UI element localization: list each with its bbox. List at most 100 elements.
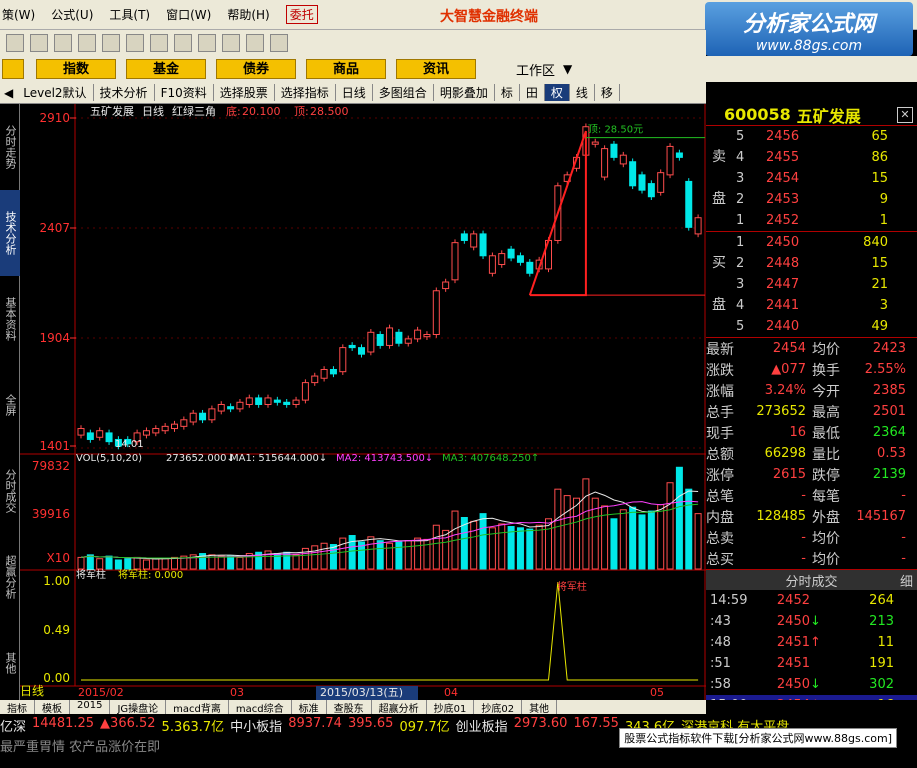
quick-tab[interactable]: 资讯 bbox=[396, 59, 476, 79]
workspace-dropdown-icon[interactable]: ▼ bbox=[563, 62, 572, 76]
sep[interactable] bbox=[174, 34, 192, 52]
quick-tab[interactable]: 商品 bbox=[306, 59, 386, 79]
tab[interactable]: Level2默认 bbox=[17, 84, 94, 101]
order-row: 3 2447 21 bbox=[706, 274, 917, 295]
tick-volume: 264 bbox=[869, 593, 894, 608]
stat-value: - bbox=[801, 530, 806, 545]
tab[interactable]: 权 bbox=[544, 84, 570, 101]
candle bbox=[208, 408, 216, 421]
candle bbox=[227, 406, 235, 410]
volume-bar bbox=[610, 518, 618, 570]
side-tab[interactable]: 技术分析 bbox=[0, 190, 20, 276]
side-tabs: 分时走势 技术分析 基本资料 全屏 分时成交 超赢分析 其他 bbox=[0, 104, 20, 704]
candle bbox=[236, 401, 244, 410]
menu-item[interactable]: 委托 bbox=[285, 5, 318, 24]
menu-item[interactable]: 帮助(H) bbox=[227, 6, 269, 23]
tab[interactable]: F10资料 bbox=[155, 84, 214, 101]
bottom-tab[interactable]: 抄底01 bbox=[427, 700, 475, 715]
chart-icon[interactable] bbox=[6, 34, 24, 52]
stat-label: 总手 bbox=[706, 404, 734, 421]
side-tab[interactable]: 全屏 bbox=[0, 362, 20, 448]
bottom-tab[interactable]: macd综合 bbox=[229, 700, 292, 715]
candle bbox=[442, 281, 450, 290]
side-tab[interactable]: 分时走势 bbox=[0, 104, 20, 190]
side-tab[interactable]: 基本资料 bbox=[0, 276, 20, 362]
bottom-tab[interactable]: 查股东 bbox=[327, 700, 372, 715]
quick-tab[interactable]: 基金 bbox=[126, 59, 206, 79]
bottom-tab[interactable]: macd背离 bbox=[166, 700, 229, 715]
vol-label: VOL(5,10,20) bbox=[76, 453, 142, 464]
tab[interactable]: 线 bbox=[570, 84, 595, 101]
layout-icon[interactable] bbox=[222, 34, 240, 52]
stat-row: 总卖 - 均价 - bbox=[706, 527, 917, 548]
tick-row: :58 2450 ↓ 302 bbox=[706, 674, 917, 695]
bottom-tab[interactable]: 超赢分析 bbox=[372, 700, 427, 715]
menu-item[interactable]: 工具(T) bbox=[109, 6, 150, 23]
bottom-tab[interactable]: 模板 bbox=[35, 700, 70, 715]
vol-axis-label: X10 bbox=[47, 551, 71, 565]
jjz-label: 将军柱 bbox=[76, 568, 106, 581]
bottom-tab[interactable]: 其他 bbox=[522, 700, 558, 715]
candle bbox=[479, 233, 487, 257]
order-level: 1 bbox=[736, 213, 745, 228]
info-icon[interactable] bbox=[150, 34, 168, 52]
quick-tabs: 指数 基金 债券 商品 资讯 工作区 ▼ bbox=[0, 56, 917, 82]
stat-label: 总笔 bbox=[706, 488, 734, 505]
volume-bar bbox=[694, 513, 702, 570]
close-icon[interactable]: ✕ bbox=[897, 106, 913, 123]
tab[interactable]: 多图组合 bbox=[373, 84, 434, 101]
menu-item[interactable]: 策(W) bbox=[2, 6, 35, 23]
bottom-tab[interactable]: JG操盘论 bbox=[110, 700, 167, 715]
tab[interactable]: 技术分析 bbox=[94, 84, 155, 101]
edit-icon[interactable] bbox=[78, 34, 96, 52]
kline-chart[interactable]: 五矿发展 日线 红绿三角 底: 20.100 顶: 28.50029102407190414… bbox=[20, 104, 706, 704]
tab[interactable]: 田 bbox=[520, 84, 545, 101]
stat-value: - bbox=[901, 530, 906, 545]
tab-left-arrow-icon[interactable]: ◀ bbox=[0, 86, 17, 100]
volume-bar bbox=[96, 558, 104, 570]
ticker-item: ▲366.52 bbox=[100, 716, 156, 731]
bottom-tab[interactable]: 2015 bbox=[70, 700, 111, 714]
stat-label: 每笔 bbox=[812, 488, 840, 505]
window-icon[interactable] bbox=[198, 34, 216, 52]
candle bbox=[273, 399, 281, 403]
candle bbox=[619, 154, 627, 165]
menu-item[interactable]: 公式(U) bbox=[51, 6, 93, 23]
date-label: 2015/02 bbox=[78, 686, 124, 699]
price-axis-label: 1904 bbox=[39, 331, 70, 345]
ticks-detail-button[interactable]: 细 bbox=[900, 571, 913, 590]
order-level: 2 bbox=[736, 192, 745, 207]
side-tab[interactable]: 超赢分析 bbox=[0, 534, 20, 620]
alarm-icon[interactable] bbox=[54, 34, 72, 52]
tab[interactable]: 移 bbox=[595, 84, 620, 101]
volume-bar bbox=[236, 556, 244, 570]
books-icon[interactable] bbox=[246, 34, 264, 52]
side-tab[interactable]: 其他 bbox=[0, 620, 20, 706]
bottom-tab[interactable]: 指标 bbox=[0, 700, 35, 715]
money-icon[interactable] bbox=[126, 34, 144, 52]
period-label: 日线 bbox=[142, 104, 164, 118]
binoculars-icon[interactable] bbox=[30, 34, 48, 52]
quick-tab[interactable]: 债券 bbox=[216, 59, 296, 79]
stat-row: 最新 2454 均价 2423 bbox=[706, 338, 917, 359]
bottom-tab[interactable]: 抄底02 bbox=[474, 700, 523, 715]
quick-tab[interactable]: 指数 bbox=[36, 59, 116, 79]
candle bbox=[601, 148, 609, 178]
tab[interactable]: 选择指标 bbox=[275, 84, 336, 101]
tab[interactable]: 日线 bbox=[336, 84, 373, 101]
help-icon[interactable] bbox=[270, 34, 288, 52]
book-side-label: 盘 bbox=[712, 297, 726, 313]
tab[interactable]: 明影叠加 bbox=[434, 84, 495, 101]
diamond-icon[interactable] bbox=[102, 34, 120, 52]
bottom-tab[interactable]: 标准 bbox=[292, 700, 327, 715]
tab[interactable]: 选择股票 bbox=[214, 84, 275, 101]
order-price: 2455 bbox=[766, 150, 800, 165]
stock-code: 600058 bbox=[724, 105, 791, 124]
side-tab[interactable]: 分时成交 bbox=[0, 448, 20, 534]
tab[interactable]: 标 bbox=[495, 84, 520, 101]
tick-price: 2450 bbox=[776, 677, 810, 692]
workspace-label[interactable]: 工作区 bbox=[516, 60, 555, 79]
quick-tab-prev[interactable] bbox=[2, 59, 24, 79]
menu-item[interactable]: 窗口(W) bbox=[166, 6, 211, 23]
candle bbox=[264, 397, 272, 405]
